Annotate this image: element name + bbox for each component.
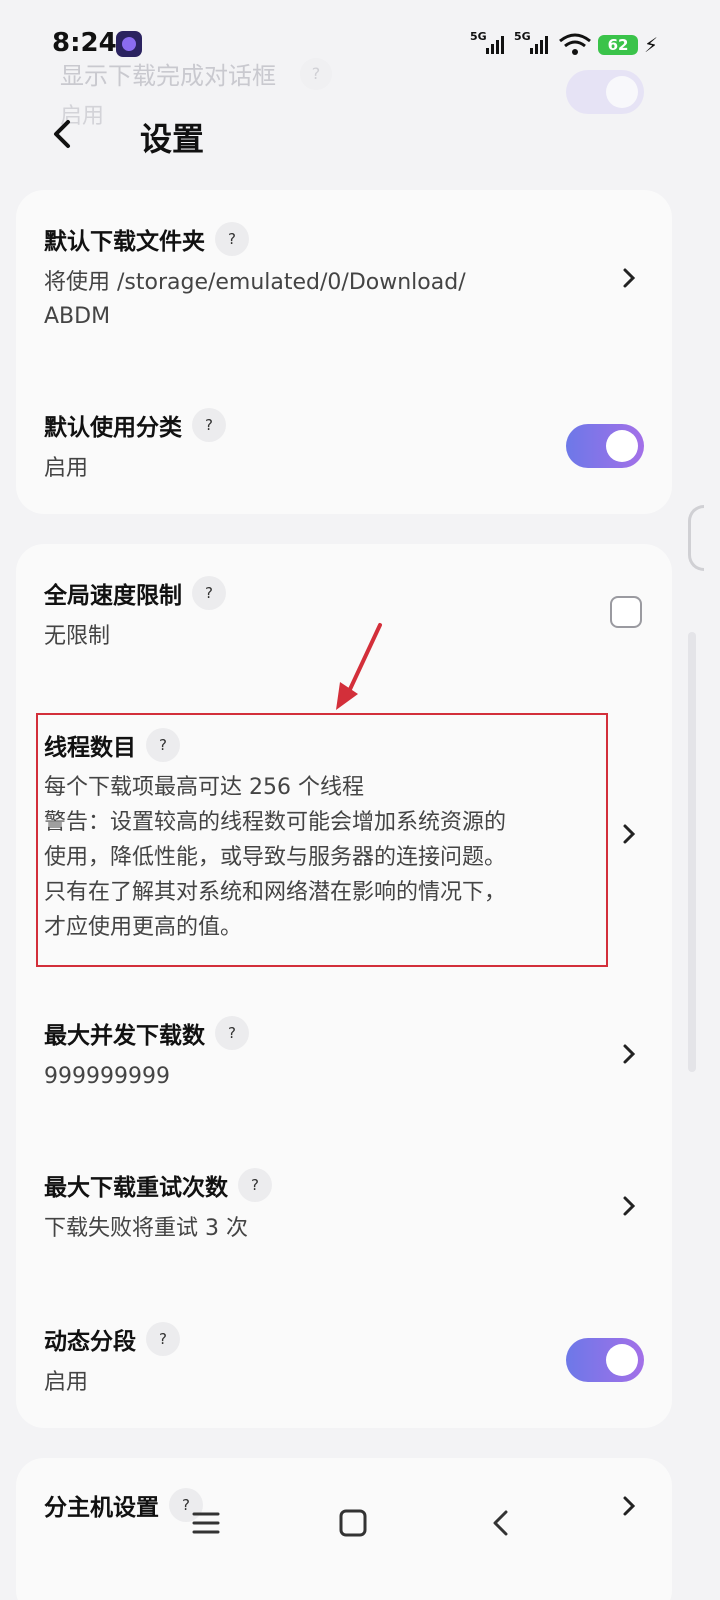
setting-title: 最大下载重试次数 bbox=[44, 1175, 228, 1201]
setting-value: 启用 bbox=[44, 1370, 89, 1395]
signal-label-2: 5G bbox=[514, 30, 531, 43]
battery-icon: 62 bbox=[598, 35, 638, 55]
setting-title: 最大并发下载数 bbox=[44, 1023, 205, 1049]
setting-title: 默认使用分类 bbox=[44, 415, 182, 441]
help-icon[interactable]: ? bbox=[146, 1322, 180, 1356]
help-icon[interactable]: ? bbox=[238, 1168, 272, 1202]
setting-value-line: ABDM bbox=[44, 304, 111, 329]
home-icon[interactable] bbox=[338, 1508, 368, 1538]
setting-dynamic-segment[interactable]: 动态分段? 启用 bbox=[44, 1322, 180, 1400]
chevron-right-icon[interactable] bbox=[620, 820, 638, 848]
category-toggle[interactable] bbox=[566, 424, 644, 468]
setting-default-category[interactable]: 默认使用分类? 启用 bbox=[44, 408, 226, 486]
dynamic-segment-toggle[interactable] bbox=[566, 1338, 644, 1382]
setting-value: 无限制 bbox=[44, 624, 111, 649]
ghost-setting-title: 显示下载完成对话框 bbox=[60, 62, 276, 90]
status-bar: 8:24 5G 5G 62 ⚡ bbox=[0, 0, 720, 60]
setting-value: 下载失败将重试 3 次 bbox=[44, 1216, 248, 1241]
signal-bars-1-icon bbox=[486, 36, 504, 54]
highlight-annotation-box bbox=[36, 713, 608, 967]
setting-speed-limit[interactable]: 全局速度限制? 无限制 bbox=[44, 576, 226, 654]
help-icon[interactable]: ? bbox=[215, 222, 249, 256]
ghost-help-icon: ? bbox=[300, 58, 332, 90]
signal-bars-2-icon bbox=[530, 36, 548, 54]
speed-limit-checkbox[interactable] bbox=[610, 596, 642, 628]
charging-icon: ⚡ bbox=[644, 33, 659, 57]
setting-max-concurrent[interactable]: 最大并发下载数? 999999999 bbox=[44, 1016, 249, 1094]
help-icon[interactable]: ? bbox=[215, 1016, 249, 1050]
setting-value-line: 将使用 /storage/emulated/0/Download/ bbox=[44, 270, 466, 295]
edge-handle[interactable] bbox=[688, 505, 704, 571]
status-time: 8:24 bbox=[52, 28, 117, 58]
system-nav-bar bbox=[0, 1490, 720, 1560]
menu-icon[interactable] bbox=[190, 1506, 222, 1540]
help-icon[interactable]: ? bbox=[192, 576, 226, 610]
setting-value: 启用 bbox=[44, 456, 89, 481]
page-title: 设置 bbox=[140, 120, 205, 158]
chevron-right-icon[interactable] bbox=[620, 264, 638, 292]
setting-max-retries[interactable]: 最大下载重试次数? 下载失败将重试 3 次 bbox=[44, 1168, 272, 1246]
app-toolbar: 设置 bbox=[0, 100, 720, 170]
chevron-right-icon[interactable] bbox=[620, 1192, 638, 1220]
setting-title: 全局速度限制 bbox=[44, 583, 182, 609]
app-notification-icon bbox=[116, 31, 142, 57]
scrollbar[interactable] bbox=[688, 632, 696, 1072]
setting-value: 999999999 bbox=[44, 1064, 170, 1089]
annotation-arrow-icon bbox=[336, 623, 382, 710]
nav-back-icon[interactable] bbox=[488, 1508, 514, 1538]
chevron-right-icon[interactable] bbox=[620, 1040, 638, 1068]
back-arrow-icon[interactable] bbox=[44, 114, 84, 154]
help-icon[interactable]: ? bbox=[192, 408, 226, 442]
wifi-icon bbox=[559, 33, 591, 55]
signal-label-1: 5G bbox=[470, 30, 487, 43]
setting-title: 动态分段 bbox=[44, 1329, 136, 1355]
setting-default-folder[interactable]: 默认下载文件夹? 将使用 /storage/emulated/0/Downloa… bbox=[44, 222, 466, 334]
setting-title: 默认下载文件夹 bbox=[44, 229, 205, 255]
